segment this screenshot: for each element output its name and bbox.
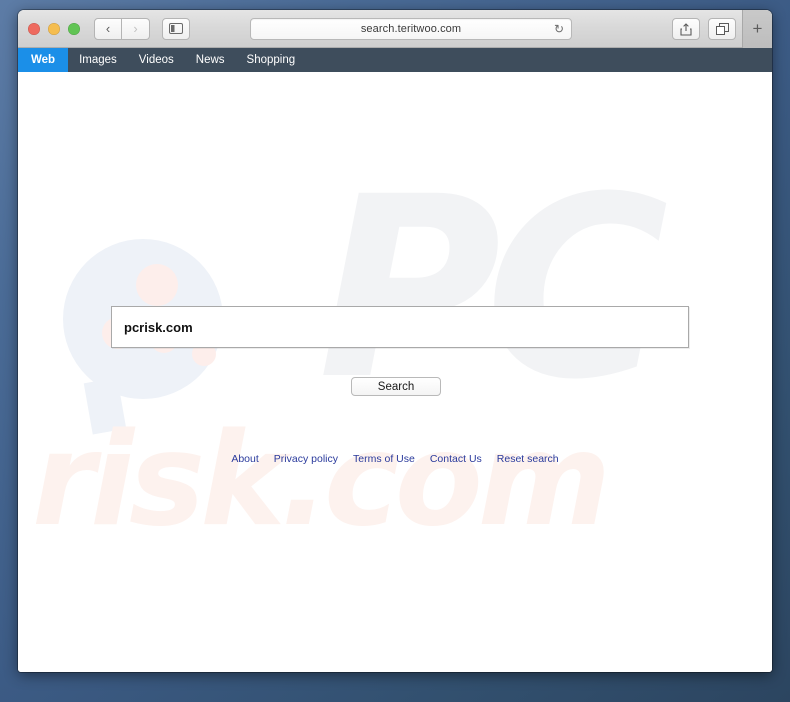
minimize-window-button[interactable]: [48, 22, 60, 35]
browser-window: ‹ › search.teritwoo.com ↻ + Web Images V…: [18, 10, 772, 672]
share-button[interactable]: [672, 18, 700, 40]
show-tabs-button[interactable]: [708, 18, 736, 40]
footer-link-terms-of-use[interactable]: Terms of Use: [353, 453, 415, 465]
footer-link-about[interactable]: About: [231, 453, 258, 465]
sidebar-icon: [169, 23, 183, 34]
sidebar-toggle-button[interactable]: [162, 17, 190, 40]
tabs-icon: [715, 23, 729, 35]
chevron-right-icon: ›: [133, 21, 138, 36]
plus-icon: +: [752, 19, 763, 38]
forward-button[interactable]: ›: [122, 17, 150, 40]
maximize-window-button[interactable]: [68, 22, 80, 35]
search-submit-label: Search: [377, 380, 415, 393]
search-input-value: pcrisk.com: [124, 319, 193, 335]
browser-titlebar: ‹ › search.teritwoo.com ↻ +: [18, 10, 772, 48]
chevron-left-icon: ‹: [105, 21, 111, 36]
page-content: PC risk.com pcrisk.com Search About Priv…: [18, 72, 772, 672]
site-category-nav: Web Images Videos News Shopping: [18, 48, 772, 72]
search-input[interactable]: pcrisk.com: [111, 306, 689, 348]
footer-link-privacy-policy[interactable]: Privacy policy: [274, 453, 338, 465]
nav-tab-shopping[interactable]: Shopping: [236, 48, 307, 72]
share-icon: [680, 22, 692, 36]
nav-tab-web[interactable]: Web: [18, 48, 69, 72]
back-button[interactable]: ‹: [94, 17, 122, 40]
address-bar[interactable]: search.teritwoo.com ↻: [250, 18, 572, 40]
toolbar-right-buttons: [672, 18, 736, 40]
footer-links: About Privacy policy Terms of Use Contac…: [18, 453, 772, 465]
nav-tab-images[interactable]: Images: [68, 48, 128, 72]
close-window-button[interactable]: [28, 22, 40, 35]
nav-tab-news[interactable]: News: [185, 48, 236, 72]
nav-tab-shopping-label: Shopping: [246, 54, 296, 66]
watermark-dot: [136, 264, 178, 306]
window-controls: [28, 22, 80, 35]
reload-icon[interactable]: ↻: [554, 23, 564, 35]
nav-tab-news-label: News: [195, 54, 225, 66]
navigation-buttons: ‹ ›: [94, 17, 150, 40]
footer-link-contact-us[interactable]: Contact Us: [430, 453, 482, 465]
nav-tab-images-label: Images: [79, 54, 117, 66]
nav-tab-videos[interactable]: Videos: [128, 48, 185, 72]
nav-tab-web-label: Web: [31, 54, 56, 66]
footer-link-reset-search[interactable]: Reset search: [497, 453, 559, 465]
watermark-risk-text: risk.com: [32, 406, 611, 555]
address-bar-url: search.teritwoo.com: [360, 23, 462, 35]
new-tab-button[interactable]: +: [742, 10, 772, 48]
search-submit-button[interactable]: Search: [351, 377, 441, 396]
nav-tab-videos-label: Videos: [138, 54, 174, 66]
